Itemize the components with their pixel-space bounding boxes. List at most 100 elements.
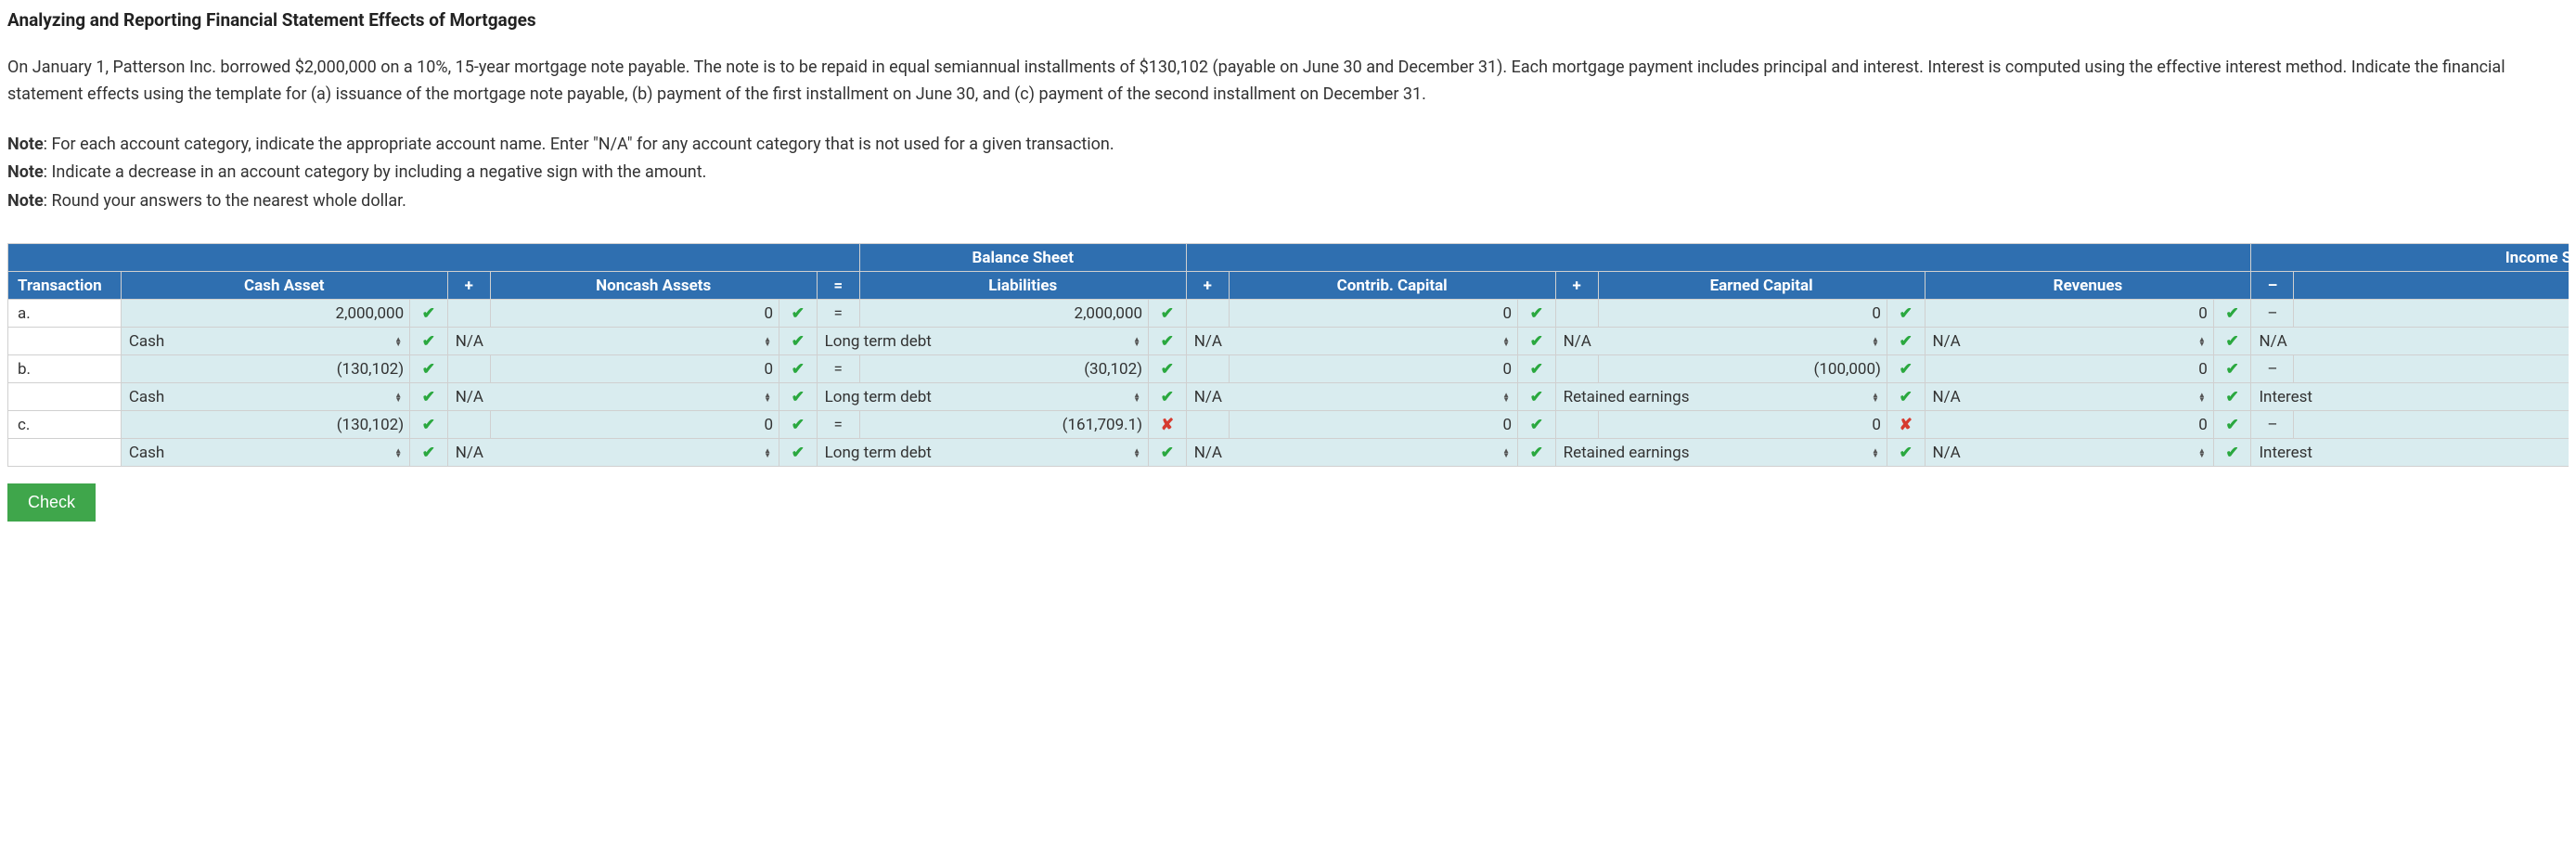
op-plus [447, 411, 490, 439]
check-button[interactable]: Check [7, 483, 96, 522]
check-icon: ✔ [1900, 444, 1913, 462]
table-row: Cash▲▼ ✔ N/A▲▼ ✔ Long term debt▲▼ ✔ N/A▲… [8, 383, 2570, 411]
cc-acct-cell: N/A▲▼ [1186, 383, 1517, 411]
cash-account-select[interactable]: Cash▲▼ [127, 388, 404, 406]
cc-account-select[interactable]: N/A▲▼ [1192, 388, 1512, 406]
txn-label-blank [8, 439, 122, 467]
check-icon: ✔ [2226, 416, 2239, 434]
ec-account-select[interactable]: N/A▲▼ [1562, 332, 1881, 351]
cash-account-select[interactable]: Cash▲▼ [127, 444, 404, 462]
op-plus [1555, 300, 1598, 328]
hdr-contrib-capital: Contrib. Capital [1229, 272, 1555, 300]
hdr-income-st: Income St [2251, 244, 2569, 272]
cc-acct-cell: N/A▲▼ [1186, 439, 1517, 467]
hdr-earned-capital: Earned Capital [1598, 272, 1925, 300]
noncash-acct-cell: N/A▲▼ [447, 383, 779, 411]
hdr-blank-mid [1186, 244, 2251, 272]
table-row: Cash▲▼ ✔ N/A▲▼ ✔ Long term debt▲▼ ✔ N/A▲… [8, 328, 2570, 355]
select-arrows-icon: ▲▼ [1502, 448, 1510, 457]
cash-acct-cell: Cash▲▼ [121, 439, 409, 467]
select-arrows-icon: ▲▼ [2198, 448, 2206, 457]
check-icon: ✔ [1161, 360, 1174, 379]
op-minus: – [2251, 411, 2294, 439]
cash-acct-cell: Cash▲▼ [121, 383, 409, 411]
check-icon: ✔ [792, 416, 805, 434]
check-icon: ✔ [422, 388, 435, 406]
cash-account-select[interactable]: Cash▲▼ [127, 332, 404, 351]
noncash-amount-input[interactable]: 0 [490, 300, 779, 328]
ec-amount-input[interactable]: (100,000) [1598, 355, 1887, 383]
rev-amount-input[interactable]: 0 [1925, 411, 2213, 439]
rev-account-select[interactable]: N/A▲▼ [1931, 388, 2208, 406]
ec-account-select[interactable]: Retained earnings▲▼ [1562, 388, 1881, 406]
noncash-account-select[interactable]: N/A▲▼ [454, 444, 773, 462]
exp-account-select[interactable]: N/A▲▼ [2257, 332, 2569, 351]
cash-amount-input[interactable]: (130,102) [121, 411, 409, 439]
check-icon: ✔ [792, 388, 805, 406]
op-plus [1186, 355, 1229, 383]
select-arrows-icon: ▲▼ [2568, 337, 2569, 346]
rev-amount-input[interactable]: 0 [1925, 355, 2213, 383]
noncash-amount-input[interactable]: 0 [490, 411, 779, 439]
cross-icon: ✘ [1900, 416, 1913, 434]
liab-account-select[interactable]: Long term debt▲▼ [823, 388, 1142, 406]
noncash-account-select[interactable]: N/A▲▼ [454, 388, 773, 406]
liab-amount-input[interactable]: (30,102) [859, 355, 1148, 383]
check-icon: ✔ [2226, 388, 2239, 406]
check-icon: ✔ [792, 360, 805, 379]
exp-amount-input[interactable] [2294, 300, 2569, 328]
noncash-amount-input[interactable]: 0 [490, 355, 779, 383]
cc-amount-input[interactable]: 0 [1229, 411, 1517, 439]
cc-account-select[interactable]: N/A▲▼ [1192, 444, 1512, 462]
exp-acct-cell: Interest▲▼ [2251, 383, 2569, 411]
check-icon: ✔ [1530, 304, 1543, 323]
liab-amount-input[interactable]: (161,709.1) [859, 411, 1148, 439]
cash-amount-input[interactable]: (130,102) [121, 355, 409, 383]
hdr-noncash-assets: Noncash Assets [490, 272, 817, 300]
check-icon: ✔ [422, 304, 435, 323]
txn-label: b. [8, 355, 122, 383]
ec-account-select[interactable]: Retained earnings▲▼ [1562, 444, 1881, 462]
select-arrows-icon: ▲▼ [2568, 393, 2569, 402]
cc-amount-input[interactable]: 0 [1229, 355, 1517, 383]
hdr-revenues: Revenues [1925, 272, 2251, 300]
noncash-account-select[interactable]: N/A▲▼ [454, 332, 773, 351]
check-icon: ✔ [1530, 388, 1543, 406]
txn-label-blank [8, 328, 122, 355]
txn-label-blank [8, 383, 122, 411]
exp-account-select[interactable]: Interest▲▼ [2257, 444, 2569, 462]
table-row: Cash▲▼ ✔ N/A▲▼ ✔ Long term debt▲▼ ✔ N/A▲… [8, 439, 2570, 467]
ec-amount-input[interactable]: 0 [1598, 300, 1887, 328]
rev-account-select[interactable]: N/A▲▼ [1931, 444, 2208, 462]
hdr-minus: – [2251, 272, 2294, 300]
check-icon: ✔ [1161, 388, 1174, 406]
exp-account-select[interactable]: Interest▲▼ [2257, 388, 2569, 406]
check-icon: ✔ [1900, 304, 1913, 323]
rev-acct-cell: N/A▲▼ [1925, 328, 2213, 355]
check-icon: ✔ [1530, 332, 1543, 351]
exp-acct-cell: Interest▲▼ [2251, 439, 2569, 467]
hdr-plus-1: + [447, 272, 490, 300]
cc-amount-input[interactable]: 0 [1229, 300, 1517, 328]
liab-amount-input[interactable]: 2,000,000 [859, 300, 1148, 328]
check-icon: ✔ [2226, 332, 2239, 351]
hdr-balance-sheet: Balance Sheet [859, 244, 1186, 272]
op-minus: – [2251, 355, 2294, 383]
liab-account-select[interactable]: Long term debt▲▼ [823, 444, 1142, 462]
financial-table: Balance Sheet Income St Transaction Cash… [7, 243, 2569, 467]
liab-account-select[interactable]: Long term debt▲▼ [823, 332, 1142, 351]
cc-account-select[interactable]: N/A▲▼ [1192, 332, 1512, 351]
check-icon: ✔ [1161, 304, 1174, 323]
exp-amount-input[interactable] [2294, 355, 2569, 383]
exp-amount-input[interactable] [2294, 411, 2569, 439]
check-icon: ✔ [792, 304, 805, 323]
ec-amount-input[interactable]: 0 [1598, 411, 1887, 439]
rev-amount-input[interactable]: 0 [1925, 300, 2213, 328]
cash-amount-input[interactable]: 2,000,000 [121, 300, 409, 328]
hdr-transaction: Transaction [8, 272, 122, 300]
rev-account-select[interactable]: N/A▲▼ [1931, 332, 2208, 351]
op-eq: = [817, 355, 859, 383]
check-icon: ✔ [1161, 444, 1174, 462]
check-icon: ✔ [792, 332, 805, 351]
noncash-acct-cell: N/A▲▼ [447, 328, 779, 355]
